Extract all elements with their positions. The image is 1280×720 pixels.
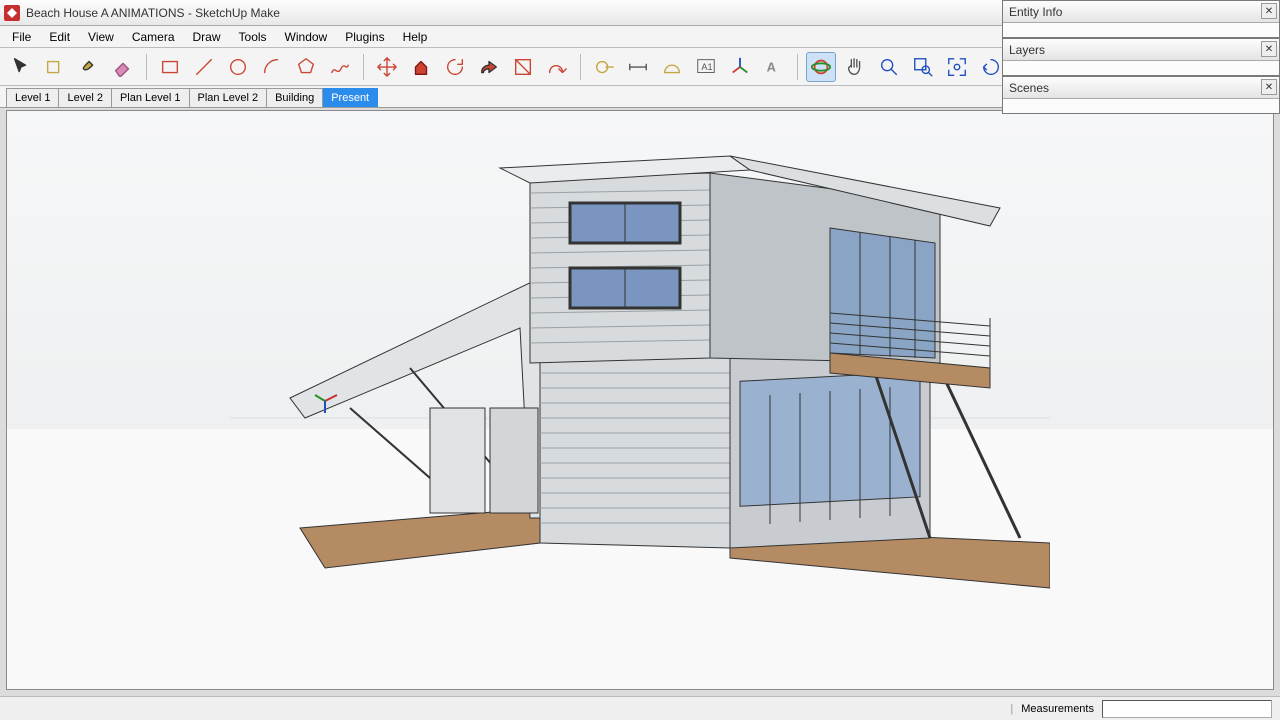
followme-icon: [478, 56, 500, 78]
scale-icon: [512, 56, 534, 78]
text-icon: A1: [695, 56, 717, 78]
app-icon: [4, 5, 20, 21]
menu-tools[interactable]: Tools: [231, 28, 275, 46]
scene-tab-level-2[interactable]: Level 2: [59, 88, 111, 107]
prev-icon: [980, 56, 1002, 78]
offset-icon: [546, 56, 568, 78]
tool-freehand[interactable]: [325, 52, 355, 82]
3dtext-icon: A: [763, 56, 785, 78]
tool-zoom-window[interactable]: [908, 52, 938, 82]
tool-scale[interactable]: [508, 52, 538, 82]
svg-text:A: A: [767, 59, 776, 74]
viewport-3d[interactable]: [6, 110, 1274, 690]
menu-window[interactable]: Window: [277, 28, 336, 46]
panel-layers[interactable]: Layers ✕: [1002, 38, 1280, 76]
tool-make-component[interactable]: [40, 52, 70, 82]
measurements-label: Measurements: [1021, 703, 1094, 715]
tool-circle[interactable]: [223, 52, 253, 82]
panel-close-icon[interactable]: ✕: [1261, 3, 1277, 19]
freehand-icon: [329, 56, 351, 78]
panel-scenes[interactable]: Scenes ✕: [1002, 76, 1280, 114]
model-house: [230, 148, 1050, 628]
menu-file[interactable]: File: [4, 28, 39, 46]
eraser-icon: [112, 56, 134, 78]
tool-rotate[interactable]: [440, 52, 470, 82]
zoomwin-icon: [912, 56, 934, 78]
line-icon: [193, 56, 215, 78]
tool-move[interactable]: [372, 52, 402, 82]
arc-icon: [261, 56, 283, 78]
pushpull-icon: [410, 56, 432, 78]
scene-tab-level-1[interactable]: Level 1: [6, 88, 59, 107]
tool-arc[interactable]: [257, 52, 287, 82]
circle-icon: [227, 56, 249, 78]
side-panels: Entity Info ✕ Layers ✕ Scenes ✕: [1002, 0, 1280, 114]
tool-tape[interactable]: [589, 52, 619, 82]
tool-3dtext[interactable]: A: [759, 52, 789, 82]
menu-help[interactable]: Help: [395, 28, 436, 46]
pan-icon: [844, 56, 866, 78]
window-title: Beach House A ANIMATIONS - SketchUp Make: [26, 6, 280, 20]
measurements-input[interactable]: [1102, 700, 1272, 718]
tool-zoom-extents[interactable]: [942, 52, 972, 82]
zoomext-icon: [946, 56, 968, 78]
tape-icon: [593, 56, 615, 78]
tool-offset[interactable]: [542, 52, 572, 82]
rotate-icon: [444, 56, 466, 78]
panel-close-icon[interactable]: ✕: [1261, 41, 1277, 57]
tool-text[interactable]: A1: [691, 52, 721, 82]
tool-dimension[interactable]: [623, 52, 653, 82]
tool-rectangle[interactable]: [155, 52, 185, 82]
scene-tab-present[interactable]: Present: [323, 88, 378, 107]
orbit-icon: [810, 56, 832, 78]
menu-draw[interactable]: Draw: [185, 28, 229, 46]
protractor-icon: [661, 56, 683, 78]
status-bar: | Measurements: [0, 696, 1280, 720]
dimension-icon: [627, 56, 649, 78]
panel-close-icon[interactable]: ✕: [1261, 79, 1277, 95]
panel-entity-info[interactable]: Entity Info ✕: [1002, 0, 1280, 38]
panel-title-layers: Layers: [1009, 43, 1045, 57]
tool-axes[interactable]: [725, 52, 755, 82]
tool-polygon[interactable]: [291, 52, 321, 82]
scene-tab-plan-level-2[interactable]: Plan Level 2: [190, 88, 268, 107]
axes-icon: [729, 56, 751, 78]
menu-plugins[interactable]: Plugins: [337, 28, 392, 46]
cursor-icon: [10, 56, 32, 78]
svg-text:A1: A1: [701, 61, 712, 71]
tool-eraser[interactable]: [108, 52, 138, 82]
rect-icon: [159, 56, 181, 78]
component-icon: [44, 56, 66, 78]
tool-select[interactable]: [6, 52, 36, 82]
move-icon: [376, 56, 398, 78]
scene-tab-plan-level-1[interactable]: Plan Level 1: [112, 88, 190, 107]
menu-camera[interactable]: Camera: [124, 28, 183, 46]
paint-icon: [78, 56, 100, 78]
zoom-icon: [878, 56, 900, 78]
tool-line[interactable]: [189, 52, 219, 82]
tool-pan[interactable]: [840, 52, 870, 82]
tool-paint[interactable]: [74, 52, 104, 82]
tool-protractor[interactable]: [657, 52, 687, 82]
panel-title-scenes: Scenes: [1009, 81, 1049, 95]
scene-tab-building[interactable]: Building: [267, 88, 323, 107]
tool-followme[interactable]: [474, 52, 504, 82]
polygon-icon: [295, 56, 317, 78]
tool-pushpull[interactable]: [406, 52, 436, 82]
tool-orbit[interactable]: [806, 52, 836, 82]
menu-edit[interactable]: Edit: [41, 28, 78, 46]
panel-title-entity-info: Entity Info: [1009, 5, 1062, 19]
menu-view[interactable]: View: [80, 28, 122, 46]
tool-zoom[interactable]: [874, 52, 904, 82]
